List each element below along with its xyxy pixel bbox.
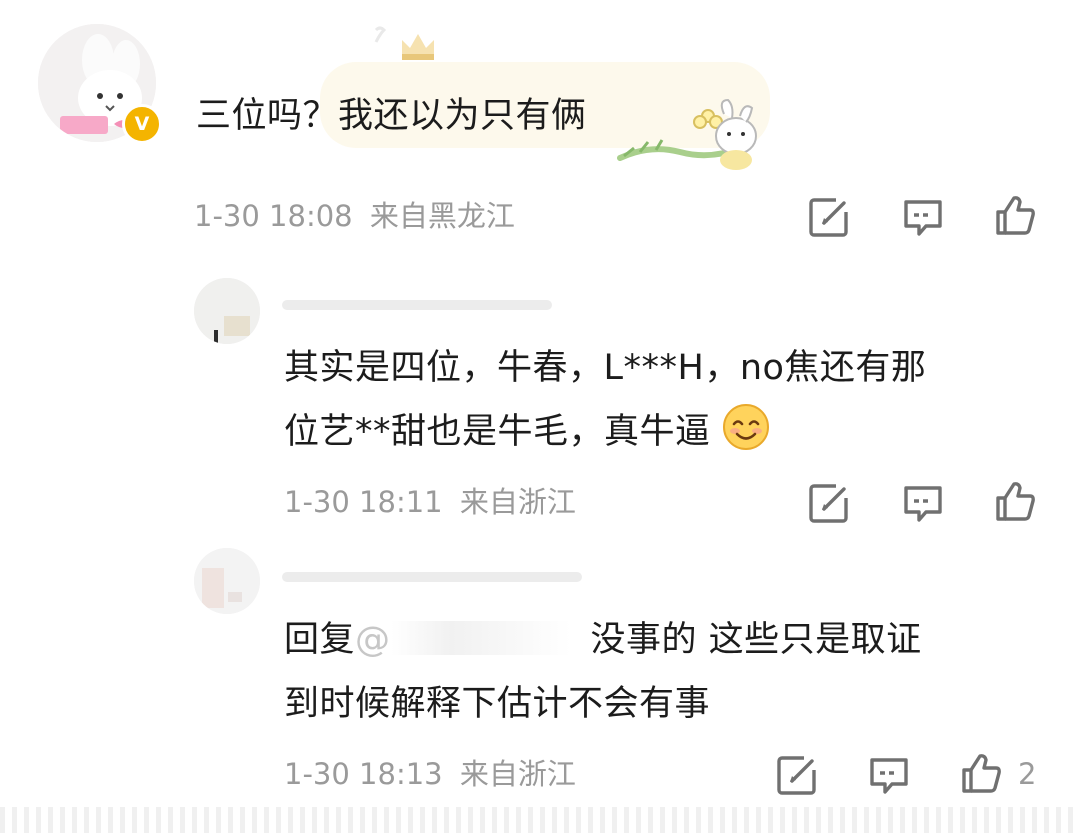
comment-text-line-2: 位艺**甜也是牛毛，真牛逼 (284, 398, 770, 466)
edit-icon[interactable] (774, 752, 820, 798)
comment-text-line-1: 其实是四位，牛春，L***H，no焦还有那 (284, 348, 927, 388)
like-icon[interactable] (992, 478, 1038, 524)
comment-location: 来自黑龙江 (369, 199, 515, 233)
comment-date: 1-30 (284, 757, 350, 791)
crown-decoration-icon (374, 26, 434, 60)
comment-meta: 1-30 18:13 来自浙江 (284, 754, 576, 794)
edit-icon[interactable] (806, 194, 852, 240)
comment-meta: 1-30 18:11 来自浙江 (284, 482, 576, 522)
comment-date: 1-30 (284, 485, 350, 519)
like-icon[interactable] (992, 192, 1038, 238)
blurred-avatar-image (194, 548, 260, 614)
reply-text-content: 没事的 这些只是取证 (590, 620, 922, 660)
smile-emoji-icon (723, 404, 770, 450)
comment-text-line-2-content: 位艺**甜也是牛毛，真牛逼 (284, 412, 711, 452)
mention-at-sign[interactable]: @ (355, 620, 391, 660)
comment-location: 来自浙江 (459, 485, 576, 519)
avatar[interactable] (194, 278, 260, 344)
reply-text-line-2: 到时候解释下估计不会有事 (284, 684, 711, 724)
verified-badge: V (122, 104, 162, 144)
edit-icon[interactable] (806, 480, 852, 526)
blurred-avatar-image (194, 278, 260, 344)
like-icon[interactable] (958, 750, 1004, 796)
comment-thread: V 三位吗？我还以为只有俩 1-30 18:08 来自黑龙江 其实是四位，牛春，… (0, 0, 1080, 833)
reply-text-line-1: 回复@ 没事的 这些只是取证 (284, 606, 922, 674)
avatar[interactable] (194, 548, 260, 614)
comment-time: 18:11 (359, 485, 443, 519)
comment-icon[interactable] (900, 194, 946, 240)
username-blurred (282, 572, 582, 582)
like-count: 2 (1018, 757, 1037, 791)
comment-text: 三位吗？我还以为只有俩 (196, 96, 587, 136)
username-blurred (282, 300, 552, 310)
mention-username-blurred[interactable] (390, 621, 591, 655)
comment-time: 18:13 (359, 757, 443, 791)
bunny-sticker-icon (617, 98, 757, 170)
watermark-strip (0, 807, 1080, 833)
comment-icon[interactable] (866, 752, 912, 798)
comment-date: 1-30 (194, 199, 260, 233)
reply-prefix: 回复 (284, 620, 356, 660)
comment-location: 来自浙江 (459, 757, 576, 791)
comment-meta: 1-30 18:08 来自黑龙江 (194, 196, 515, 236)
comment-time: 18:08 (269, 199, 353, 233)
comment-icon[interactable] (900, 480, 946, 526)
